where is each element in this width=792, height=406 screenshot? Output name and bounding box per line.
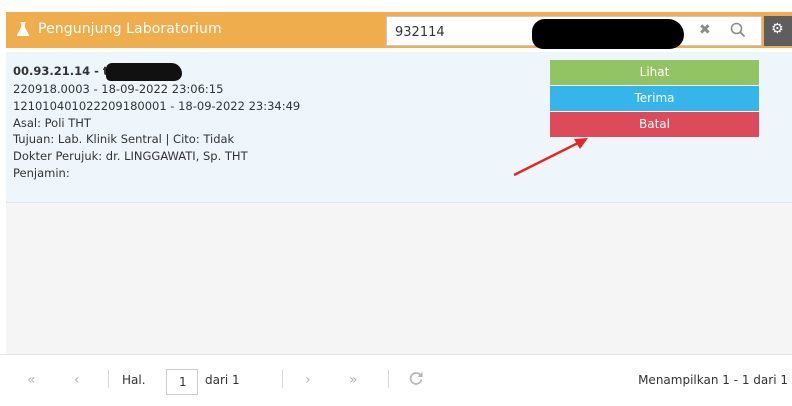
record-details: 00.93.21.14 - t 220918.0003 - 18-09-2022… bbox=[13, 63, 300, 182]
page-number-input[interactable] bbox=[166, 369, 198, 395]
redacted-name bbox=[106, 63, 183, 81]
last-page-button[interactable]: » bbox=[349, 372, 358, 388]
destination-line: Tujuan: Lab. Klinik Sentral | Cito: Tida… bbox=[13, 132, 235, 147]
page-label: Hal. bbox=[122, 373, 146, 387]
redaction-mark bbox=[532, 19, 684, 49]
view-button[interactable]: Lihat bbox=[550, 60, 759, 85]
guarantor-line: Penjamin: bbox=[13, 165, 70, 180]
divider bbox=[388, 370, 389, 388]
annotation-arrow bbox=[513, 138, 588, 177]
accept-button[interactable]: Terima bbox=[550, 86, 759, 111]
pagination-bar: « ‹ Hal. dari 1 › » Menampilkan 1 - 1 da… bbox=[0, 354, 792, 406]
search-box: ✖ bbox=[386, 16, 762, 49]
flask-icon bbox=[16, 21, 30, 41]
page-title: Pengunjung Laboratorium bbox=[38, 21, 222, 37]
page-total-label: dari 1 bbox=[205, 373, 240, 387]
origin-line: Asal: Poli THT bbox=[13, 115, 91, 130]
settings-button[interactable]: ⚙ bbox=[764, 16, 792, 46]
empty-list-area bbox=[6, 203, 792, 354]
next-page-button[interactable]: › bbox=[305, 372, 311, 388]
order-line: 121010401022209180001 - 18-09-2022 23:34… bbox=[13, 98, 301, 113]
divider bbox=[282, 370, 283, 388]
record-id: 00.93.21.14 - t bbox=[13, 64, 109, 78]
divider bbox=[108, 370, 109, 388]
prev-page-button[interactable]: ‹ bbox=[74, 372, 80, 388]
referring-doctor-line: Dokter Perujuk: dr. LINGGAWATI, Sp. THT bbox=[13, 149, 248, 164]
gear-icon: ⚙ bbox=[771, 21, 784, 37]
search-icon[interactable] bbox=[730, 22, 746, 42]
refresh-icon[interactable] bbox=[408, 370, 424, 390]
lab-visitors-panel: Pengunjung Laboratorium ✖ ⚙ 00.93.21.14 … bbox=[0, 0, 792, 406]
first-page-button[interactable]: « bbox=[27, 372, 36, 388]
pagination-info: Menampilkan 1 - 1 dari 1 bbox=[638, 373, 788, 387]
registration-line: 220918.0003 - 18-09-2022 23:06:15 bbox=[13, 82, 224, 96]
times-icon[interactable]: ✖ bbox=[699, 22, 711, 38]
